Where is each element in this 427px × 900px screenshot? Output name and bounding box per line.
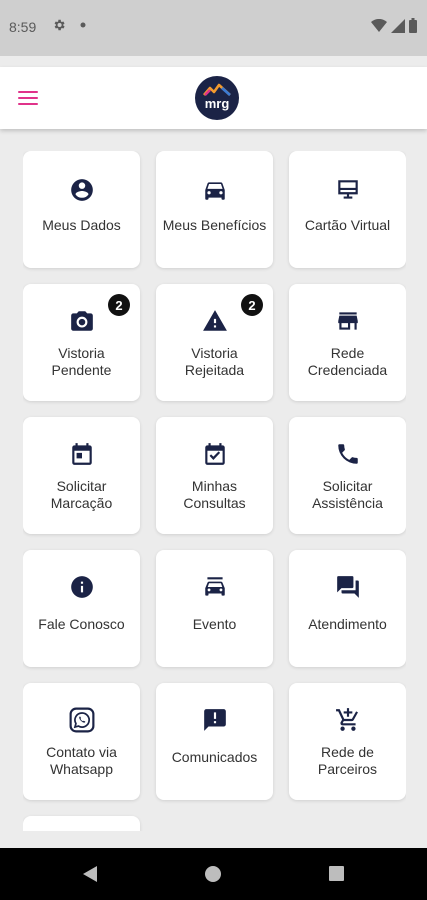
status-bar: 8:59 xyxy=(0,0,427,56)
calendar-icon xyxy=(71,443,92,465)
system-nav-bar xyxy=(0,848,427,900)
svg-text:mrg: mrg xyxy=(205,96,230,111)
status-time: 8:59 xyxy=(9,19,37,35)
tile-comunicados[interactable]: Comunicados xyxy=(156,683,273,800)
tile-vistoria-pendente[interactable]: 2 Vistoria Pendente xyxy=(23,284,140,401)
logo: mrg xyxy=(195,76,239,120)
tile-label: Evento xyxy=(192,616,237,632)
tile-rede-credenciada[interactable]: Rede Credenciada xyxy=(289,284,406,401)
tile-label: Comunicados xyxy=(171,749,258,765)
gear-icon xyxy=(54,19,65,31)
calendar-check-icon xyxy=(204,443,225,465)
tile-meus-beneficios[interactable]: Meus Benefícios xyxy=(156,151,273,268)
notification-badge: 2 xyxy=(241,294,263,316)
tile-label: Rede Credenciada xyxy=(307,345,388,378)
battery-icon xyxy=(409,18,417,33)
notification-badge: 2 xyxy=(108,294,130,316)
app-bar: mrg xyxy=(0,67,427,129)
logo-mark: mrg xyxy=(203,83,231,111)
tile-label: Solicitar Assistência xyxy=(312,478,383,511)
warning-icon xyxy=(202,310,227,331)
tile-label: Cartão Virtual xyxy=(304,217,391,233)
tile-solicitar-marcacao[interactable]: Solicitar Marcação xyxy=(23,417,140,534)
menu-grid: Meus Dados Meus Benefícios Cartão Virtua… xyxy=(23,151,406,831)
signal-icon xyxy=(391,18,405,33)
tile-minhas-consultas[interactable]: Minhas Consultas xyxy=(156,417,273,534)
tile-cartao-virtual[interactable]: Cartão Virtual xyxy=(289,151,406,268)
announcement-icon xyxy=(203,709,226,731)
phone-icon xyxy=(337,444,358,464)
tile-label: Fale Conosco xyxy=(38,616,125,632)
tile-atendimento[interactable]: Atendimento xyxy=(289,550,406,667)
home-icon[interactable] xyxy=(205,866,221,882)
camera-icon xyxy=(70,311,93,331)
tile-fale-conosco[interactable]: Fale Conosco xyxy=(23,550,140,667)
tile-label: Minhas Consultas xyxy=(183,478,246,511)
tile-solicitar-assistencia[interactable]: Solicitar Assistência xyxy=(289,417,406,534)
back-icon[interactable] xyxy=(82,865,98,883)
tile-rede-parceiros[interactable]: Rede de Parceiros xyxy=(289,683,406,800)
store-icon xyxy=(337,312,358,330)
card-monitor-icon xyxy=(337,180,358,199)
tile-label: Solicitar Marcação xyxy=(50,478,113,511)
tile-evento[interactable]: Evento xyxy=(156,550,273,667)
hamburger-menu-icon[interactable] xyxy=(18,86,44,110)
tile-vistoria-rejeitada[interactable]: 2 Vistoria Rejeitada xyxy=(156,284,273,401)
recents-icon[interactable] xyxy=(329,866,344,881)
tile-label: Contato via Whatsapp xyxy=(46,744,117,777)
car-event-icon xyxy=(204,577,225,596)
forum-icon xyxy=(336,576,359,598)
tile-label: Atendimento xyxy=(308,616,387,632)
tile-label: Meus Dados xyxy=(42,217,121,233)
dot-icon xyxy=(80,22,86,28)
whatsapp-icon xyxy=(69,707,94,733)
info-icon xyxy=(70,576,93,598)
add-shopping-cart-icon xyxy=(335,708,358,731)
car-icon xyxy=(204,182,225,200)
tile-label: Vistoria Pendente xyxy=(51,345,112,378)
tile-label: Meus Benefícios xyxy=(162,217,267,233)
tile-label: Vistoria Rejeitada xyxy=(184,345,245,378)
tile-meus-dados[interactable]: Meus Dados xyxy=(23,151,140,268)
account-circle-icon xyxy=(70,179,93,201)
tile-partial[interactable] xyxy=(23,816,140,831)
tile-label: Rede de Parceiros xyxy=(317,744,378,777)
wifi-icon xyxy=(371,18,387,32)
tile-contato-whatsapp[interactable]: Contato via Whatsapp xyxy=(23,683,140,800)
